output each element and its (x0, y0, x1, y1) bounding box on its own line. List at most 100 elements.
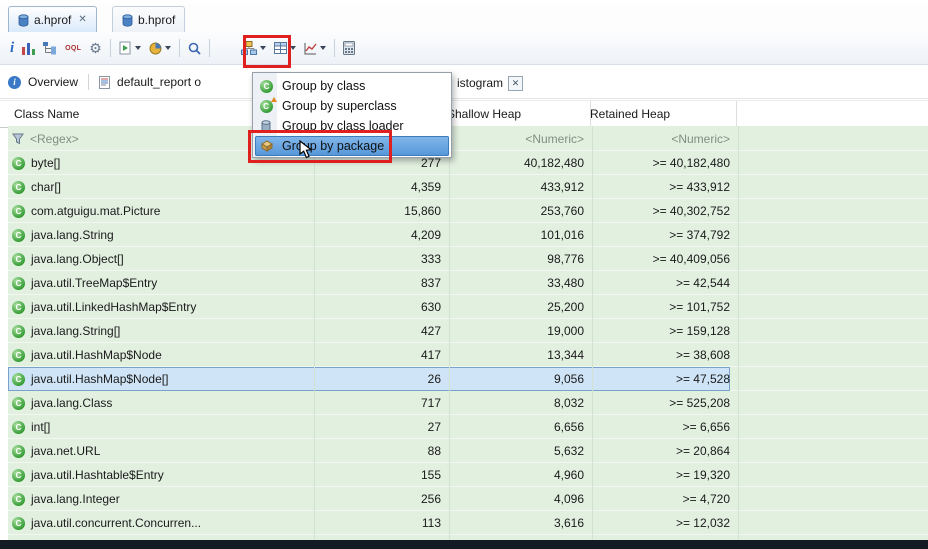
table-row[interactable]: Cjava.util.Hashtable$Entry 155 4,960 >= 19,… (8, 463, 928, 487)
class-icon: C (12, 252, 25, 266)
shallow-heap-cell: 4,960 (441, 463, 593, 487)
compare-button[interactable] (146, 41, 174, 56)
info-button[interactable]: i (7, 39, 17, 58)
objects-cell: 333 (310, 247, 450, 271)
calculate-retained-size-button[interactable] (340, 40, 358, 56)
objects-cell: 155 (310, 463, 450, 487)
shallow-heap-cell: 19,000 (441, 319, 593, 343)
tab-overview[interactable]: Overview (28, 75, 78, 89)
retained-heap-cell: >= 20,864 (584, 439, 739, 463)
retained-heap-cell: >= 433,912 (584, 175, 739, 199)
tab-histogram[interactable]: istogram ✕ (453, 70, 528, 96)
report-icon (99, 75, 111, 89)
table-row[interactable]: Cint[] 27 6,656 >= 6,656 (8, 415, 928, 439)
class-name-cell[interactable]: Cjava.lang.String (8, 223, 315, 247)
info-icon: i (10, 39, 15, 56)
class-name-cell[interactable]: Cint[] (8, 415, 315, 439)
objects-cell: 717 (310, 391, 450, 415)
shallow-heap-cell: 25,200 (441, 295, 593, 319)
retained-heap-cell: >= 42,544 (584, 271, 739, 295)
tab-default-report[interactable]: default_report o (117, 75, 201, 89)
table-row[interactable]: Cjava.util.HashMap$Node 417 13,344 >= 38,60… (8, 343, 928, 367)
toolbar-separator (333, 39, 335, 57)
table-row[interactable]: Cjava.util.HashMap$Node[] 26 9,056 >= 47,52… (8, 367, 928, 391)
histogram-button[interactable] (19, 41, 38, 56)
table-row[interactable]: Cjava.lang.Integer 256 4,096 >= 4,720 (8, 487, 928, 511)
oql-button[interactable]: OQL (62, 44, 84, 53)
tab-a-hprof[interactable]: a.hprof ✕ (8, 6, 97, 33)
class-icon: C (12, 492, 25, 506)
class-name-label: java.util.concurrent.Concurren... (31, 516, 202, 530)
table-row[interactable]: Cjava.util.TreeMap$Entry 837 33,480 >= 42,5… (8, 271, 928, 295)
class-name-label: byte[] (31, 156, 61, 170)
class-name-cell[interactable]: Cjava.util.HashMap$Node[] (8, 367, 315, 391)
shallow-heap-cell: 4,096 (441, 487, 593, 511)
retained-heap-cell: >= 40,302,752 (584, 199, 739, 223)
chart-button[interactable] (301, 41, 329, 56)
settings-button[interactable]: ⚙ (86, 40, 105, 56)
numeric-filter-field[interactable]: <Numeric> (584, 126, 739, 151)
class-name-cell[interactable]: Cjava.util.Hashtable$Entry (8, 463, 315, 487)
class-icon: C (12, 396, 25, 410)
class-name-label: java.net.URL (31, 444, 101, 458)
chevron-down-icon (134, 46, 141, 50)
close-icon[interactable]: ✕ (78, 15, 86, 25)
column-header-retained-heap[interactable]: Retained Heap (584, 101, 737, 126)
table-row[interactable]: Cjava.util.concurrent.Concurren... 113 3,6… (8, 511, 928, 535)
table-row[interactable]: Cjava.lang.Class 717 8,032 >= 525,208 (8, 391, 928, 415)
shallow-heap-cell: 433,912 (441, 175, 593, 199)
retained-heap-cell: >= 101,752 (584, 295, 739, 319)
class-name-cell[interactable]: Cjava.util.TreeMap$Entry (8, 271, 315, 295)
retained-heap-cell: >= 19,320 (584, 463, 739, 487)
class-name-cell[interactable]: Cjava.lang.Integer (8, 487, 315, 511)
table-header: Class Name Objects Shallow Heap Retained… (0, 100, 928, 128)
menu-item-group-by-superclass[interactable]: C Group by superclass (255, 96, 449, 116)
mat-window: a.hprof ✕ b.hprof i OQL ⚙ i Overview def… (0, 0, 928, 549)
class-name-label: java.lang.String (31, 228, 114, 242)
objects-cell: 417 (310, 343, 450, 367)
search-button[interactable] (185, 41, 204, 56)
column-header-shallow-heap[interactable]: Shallow Heap (441, 101, 591, 126)
retained-heap-cell: >= 47,528 (584, 367, 739, 391)
filter-row: <Regex> <Numeric> <Numeric> <Numeric> (8, 126, 928, 151)
close-icon[interactable]: ✕ (508, 75, 524, 91)
chevron-down-icon (164, 46, 171, 50)
class-icon: C (12, 276, 25, 290)
menu-item-group-by-class[interactable]: C Group by class (255, 76, 449, 96)
class-name-cell[interactable]: Cjava.util.concurrent.Concurren... (8, 511, 315, 535)
class-name-label: int[] (31, 420, 51, 434)
class-name-label: java.util.LinkedHashMap$Entry (31, 300, 197, 314)
class-name-cell[interactable]: Ccom.atguigu.mat.Picture (8, 199, 315, 223)
class-name-cell[interactable]: Cjava.util.HashMap$Node (8, 343, 315, 367)
table-row[interactable]: Cjava.lang.String 4,209 101,016 >= 374,792 (8, 223, 928, 247)
table-row[interactable]: Cjava.net.URL 88 5,632 >= 20,864 (8, 439, 928, 463)
retained-heap-cell: >= 40,409,056 (584, 247, 739, 271)
table-row[interactable]: Cbyte[] 277 40,182,480 >= 40,182,480 (8, 151, 928, 175)
tab-label: istogram (457, 76, 504, 90)
objects-cell: 427 (310, 319, 450, 343)
tab-b-hprof[interactable]: b.hprof (112, 6, 186, 33)
class-name-cell[interactable]: Cjava.lang.Object[] (8, 247, 315, 271)
objects-cell: 4,209 (310, 223, 450, 247)
class-name-cell[interactable]: Cjava.lang.String[] (8, 319, 315, 343)
class-name-cell[interactable]: Cjava.lang.Class (8, 391, 315, 415)
table-row[interactable]: Cchar[] 4,359 433,912 >= 433,912 (8, 175, 928, 199)
table-row[interactable]: Cjava.lang.String[] 427 19,000 >= 159,128 (8, 319, 928, 343)
mouse-cursor (299, 140, 313, 159)
objects-cell: 15,860 (310, 199, 450, 223)
class-name-cell[interactable]: Cjava.util.LinkedHashMap$Entry (8, 295, 315, 319)
table-row[interactable]: Cjava.lang.Object[] 333 98,776 >= 40,409,05… (8, 247, 928, 271)
table-row[interactable]: Cjava.util.LinkedHashMap$Entry 630 25,200 >… (8, 295, 928, 319)
run-report-button[interactable] (116, 40, 144, 56)
class-name-label: java.util.Hashtable$Entry (31, 468, 164, 482)
table-row[interactable]: Ccom.atguigu.mat.Picture 15,860 253,760 >= … (8, 199, 928, 223)
annotation-box-menu-item (248, 130, 392, 163)
class-name-cell[interactable]: Cchar[] (8, 175, 315, 199)
numeric-filter-field[interactable]: <Numeric> (441, 126, 593, 151)
chevron-down-icon (319, 46, 326, 50)
retained-heap-cell: >= 159,128 (584, 319, 739, 343)
shallow-heap-cell: 3,616 (441, 511, 593, 535)
dominator-tree-button[interactable] (40, 41, 60, 56)
class-name-cell[interactable]: Cjava.net.URL (8, 439, 315, 463)
search-icon (188, 42, 201, 55)
